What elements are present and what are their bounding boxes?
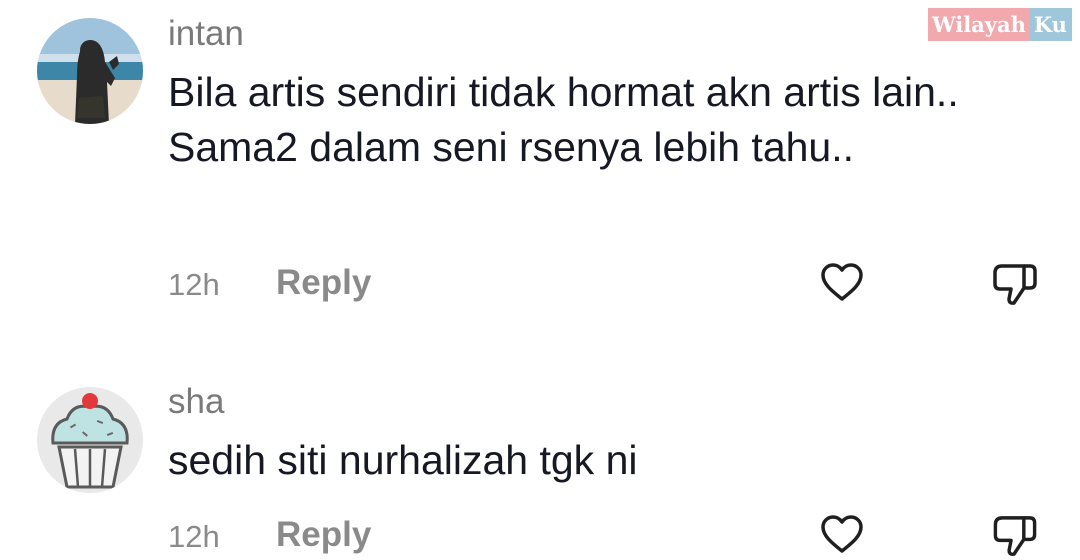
avatar[interactable]	[37, 387, 143, 493]
thumbs-down-icon[interactable]	[990, 511, 1040, 560]
comments-screen: Wilayah Ku intan Bila artis sendiri tida…	[0, 0, 1080, 560]
comment-text: sedih siti nurhalizah tgk ni	[168, 437, 638, 483]
avatar-image	[37, 387, 143, 493]
comment-username[interactable]: sha	[168, 382, 224, 422]
comment-time: 12h	[168, 519, 220, 554]
reply-button[interactable]: Reply	[276, 515, 371, 555]
comment-item: sha sedih siti nurhalizah tgk ni 12h Rep…	[0, 0, 1080, 560]
heart-icon[interactable]	[818, 511, 866, 559]
